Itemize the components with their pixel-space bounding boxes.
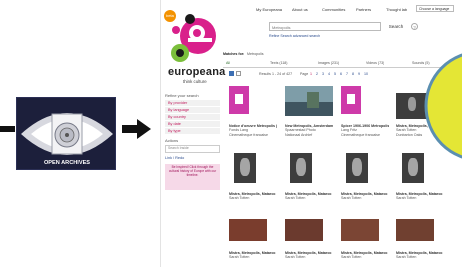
result-thumb-5[interactable]	[234, 153, 256, 183]
brand-name[interactable]: europeana	[168, 66, 225, 78]
europeana-logo-icon	[171, 14, 216, 62]
facet-country[interactable]: By country	[165, 114, 220, 120]
search-button[interactable]: Search	[385, 22, 407, 31]
tab-images[interactable]: Images (231)	[318, 61, 339, 65]
facet-provider[interactable]: By provider	[165, 100, 220, 106]
result-meta: Sarah Totten	[396, 196, 417, 201]
actions-heading: Actions	[165, 138, 179, 143]
result-card-2[interactable]: New Metropolis, Amsterdam Spaarnestad Ph…	[285, 124, 333, 137]
brand-tagline: think culture	[183, 79, 207, 84]
refine-sidebar: Refine your search By provider By langua…	[165, 93, 220, 190]
link-action[interactable]: Link / Redo	[165, 156, 220, 160]
result-meta: Sarah Totten	[341, 255, 362, 260]
tab-all[interactable]: All	[226, 61, 230, 65]
result-thumb-8[interactable]	[402, 153, 424, 183]
open-archives-logo: OPEN ARCHIVES	[16, 97, 116, 170]
result-meta: Sarah Totten	[229, 255, 250, 260]
results-count: Results 1 - 24 of 427	[259, 72, 293, 76]
page-link-2[interactable]: 2	[316, 72, 318, 76]
facet-type[interactable]: By type	[165, 128, 220, 134]
facet-language[interactable]: By language	[165, 107, 220, 113]
result-credit: Nationaal Archief	[285, 132, 313, 137]
inspire-promo[interactable]: Be Inspired! Click through the cultural …	[165, 164, 220, 190]
tab-videos[interactable]: Videos (73)	[366, 61, 384, 65]
result-thumb-11[interactable]	[341, 219, 379, 241]
page-link-1[interactable]: 1	[310, 72, 312, 76]
page-link-7[interactable]: 7	[346, 72, 348, 76]
arrow-right-head	[137, 119, 151, 139]
result-credit: Cinematheque francaise	[229, 132, 268, 137]
refine-heading: Refine your search	[165, 93, 199, 98]
nav-my-europeana[interactable]: My Europeana	[256, 7, 282, 12]
matches-query: Metropolis	[247, 52, 264, 56]
result-card-7[interactable]: Mistra, Metropolis, Mataroc Sarah Totten	[341, 192, 389, 201]
result-meta: Sarah Totten	[285, 196, 306, 201]
page-link-9[interactable]: 9	[358, 72, 360, 76]
open-archives-label: OPEN ARCHIVES	[43, 160, 91, 166]
facet-date[interactable]: By date	[165, 121, 220, 127]
page-link-3[interactable]: 3	[322, 72, 324, 76]
page-link-4[interactable]: 4	[328, 72, 330, 76]
result-card-1[interactable]: Notice d'oeuvre Metropolis (1927) Fonds …	[229, 124, 277, 137]
result-credit: Cinematheque francaise	[341, 132, 380, 137]
page-link-8[interactable]: 8	[352, 72, 354, 76]
highlight-circle-icon	[424, 53, 462, 159]
arrow-left	[0, 126, 15, 132]
list-view-icon[interactable]	[236, 71, 241, 76]
page-link-6[interactable]: 6	[340, 72, 342, 76]
tab-texts[interactable]: Texts (118)	[270, 61, 288, 65]
page-link-10[interactable]: 10	[364, 72, 368, 76]
nav-partners[interactable]: Partners	[356, 7, 371, 12]
matches-label: Matches for:	[223, 52, 245, 56]
arrow-right	[122, 125, 138, 133]
page-link-5[interactable]: 5	[334, 72, 336, 76]
result-card-8[interactable]: Mistra, Metropolis, Mataroc Sarah Totten	[396, 192, 444, 201]
result-thumb-12[interactable]	[396, 219, 434, 241]
result-meta: Sarah Totten	[285, 255, 306, 260]
result-card-9[interactable]: Mistra, Metropolis, Mataroc Sarah Totten	[229, 251, 277, 260]
nav-communities[interactable]: Communities	[322, 7, 345, 12]
page-label: Page	[300, 72, 309, 76]
search-inside-input[interactable]: Search Inside	[165, 145, 220, 153]
result-thumb-3[interactable]	[341, 86, 361, 114]
result-card-11[interactable]: Mistra, Metropolis, Mataroc Sarah Totten	[341, 251, 389, 260]
search-input[interactable]: Metropolis	[269, 22, 381, 31]
refine-advanced-links[interactable]: Refine Search advanced search	[269, 34, 320, 38]
document-icon	[341, 86, 361, 114]
result-card-3[interactable]: Spicer 1906-1906 Metropolis Lang Fritz C…	[341, 124, 389, 137]
language-select[interactable]: Choose a language	[416, 5, 454, 12]
result-card-5[interactable]: Mistra, Metropolis, Mataroc Sarah Totten	[229, 192, 277, 201]
result-thumb-9[interactable]	[229, 219, 267, 241]
result-thumb-1[interactable]	[229, 86, 249, 114]
result-card-6[interactable]: Mistra, Metropolis, Mataroc Sarah Totten	[285, 192, 333, 201]
result-card-10[interactable]: Mistra, Metropolis, Mataroc Sarah Totten	[285, 251, 333, 260]
grid-view-icon[interactable]	[229, 71, 234, 76]
result-thumb-7[interactable]	[346, 153, 368, 183]
result-meta: Sarah Totten	[396, 255, 417, 260]
document-icon	[229, 86, 249, 114]
result-meta: Sarah Totten	[341, 196, 362, 201]
result-card-12[interactable]: Mistra, Metropolis, Mataroc Sarah Totten	[396, 251, 444, 260]
result-thumb-10[interactable]	[285, 219, 323, 241]
nav-thought-lab[interactable]: Thought lab	[386, 7, 407, 12]
result-thumb-6[interactable]	[290, 153, 312, 183]
result-meta: Sarah Totten	[229, 196, 250, 201]
nav-about-us[interactable]: About us	[292, 7, 308, 12]
result-thumb-2[interactable]	[285, 86, 333, 116]
help-icon[interactable]: ?	[411, 23, 418, 30]
